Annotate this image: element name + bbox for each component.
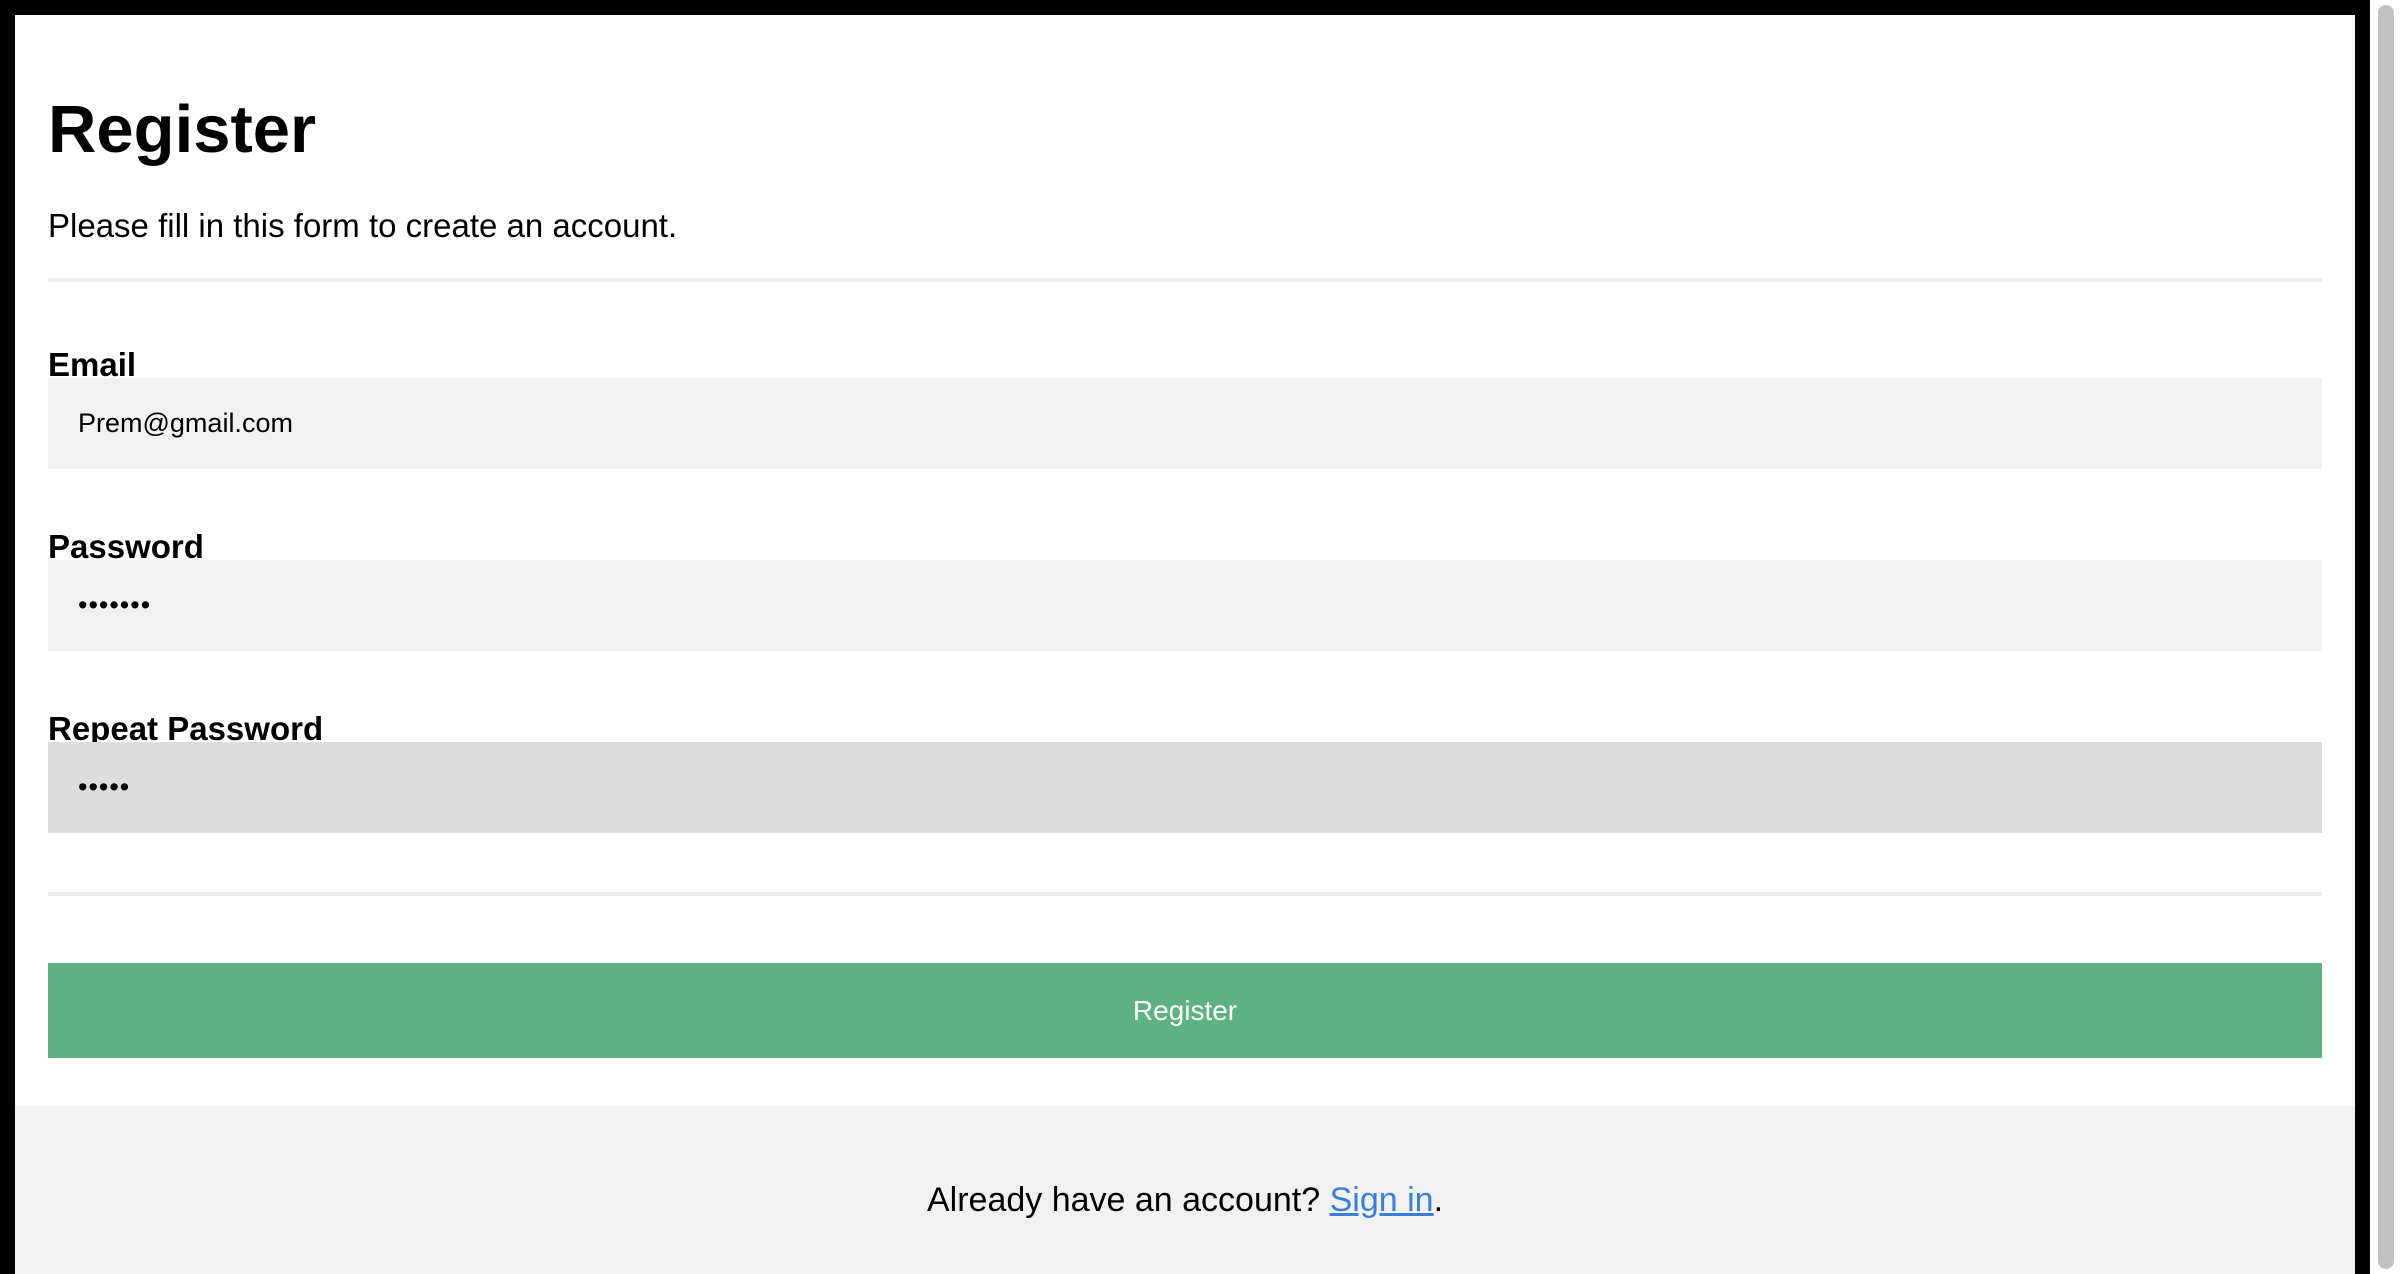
register-button[interactable]: Register [48,963,2322,1058]
top-divider [48,278,2322,282]
signin-footer: Already have an account? Sign in. [15,1106,2355,1274]
signin-prompt-text: Already have an account? [926,1181,1330,1219]
signin-suffix: . [1433,1181,1444,1219]
repeat-password-field[interactable] [48,742,2322,833]
password-field[interactable] [48,560,2322,651]
bottom-divider [48,892,2322,896]
register-page: Register Please fill in this form to cre… [15,15,2355,1274]
signin-prompt: Already have an account? Sign in. [15,1181,2355,1220]
page-title: Register [48,92,317,167]
form-subtitle: Please fill in this form to create an ac… [48,207,678,244]
scrollbar-thumb[interactable] [2378,5,2394,1269]
email-field[interactable] [48,378,2322,469]
signin-link[interactable]: Sign in [1330,1181,1434,1219]
